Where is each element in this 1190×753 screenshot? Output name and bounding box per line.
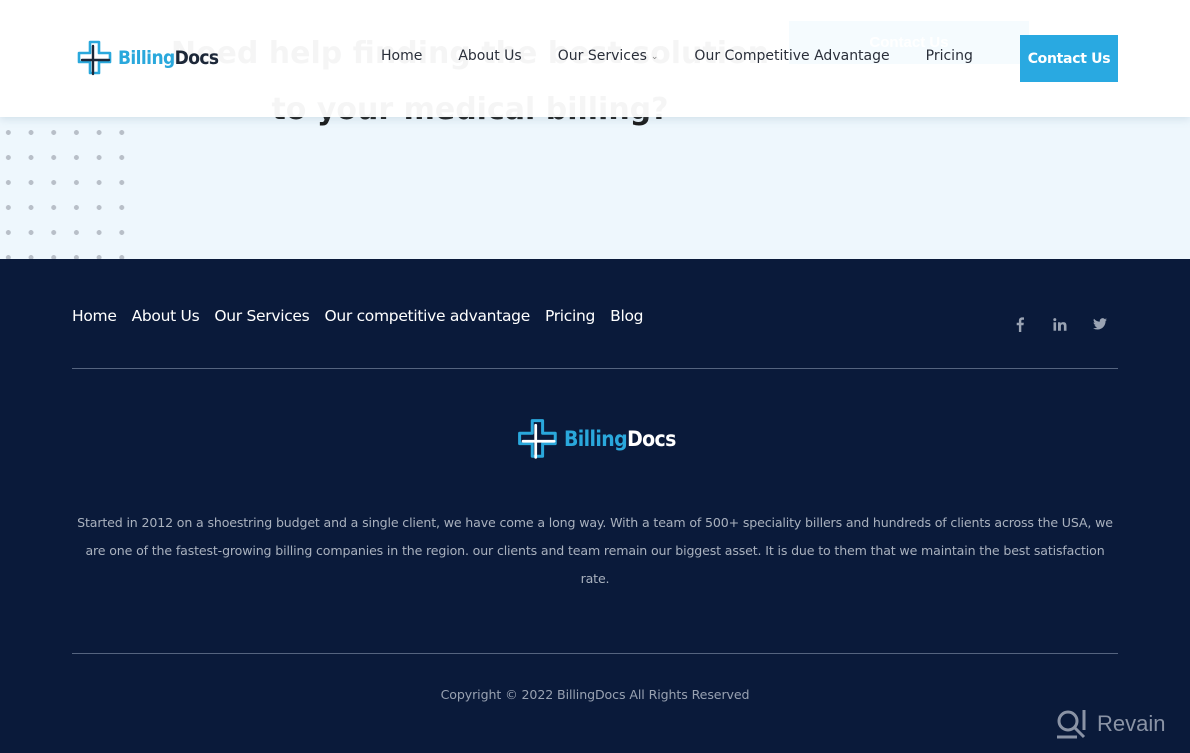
- logo-word-billing: Billing: [118, 47, 175, 69]
- footer-logo[interactable]: BillingDocs: [516, 416, 676, 462]
- nav-about-us[interactable]: About Us: [458, 48, 521, 64]
- footer-divider-bottom: [72, 653, 1118, 654]
- revain-label: Revain: [1097, 711, 1166, 736]
- footer-nav-pricing[interactable]: Pricing: [545, 307, 595, 325]
- site-header: BillingDocs Home About Us Our Services ⌄…: [0, 0, 1190, 117]
- footer-nav-about-us[interactable]: About Us: [132, 307, 200, 325]
- footer-nav-competitive-advantage[interactable]: Our competitive advantage: [324, 307, 530, 325]
- logo-wordmark: BillingDocs: [118, 47, 219, 69]
- footer-nav-our-services[interactable]: Our Services: [214, 307, 309, 325]
- header-logo[interactable]: BillingDocs: [76, 38, 219, 78]
- nav-our-services[interactable]: Our Services ⌄: [558, 48, 659, 64]
- footer-logo-wordmark: BillingDocs: [564, 427, 676, 451]
- nav-competitive-advantage[interactable]: Our Competitive Advantage: [694, 48, 889, 64]
- copyright-text: Copyright © 2022 BillingDocs All Rights …: [440, 687, 750, 702]
- twitter-icon[interactable]: [1092, 316, 1108, 332]
- main-nav: Home About Us Our Services ⌄ Our Competi…: [381, 48, 1009, 64]
- logo-word-docs: Docs: [627, 427, 676, 451]
- contact-us-button[interactable]: Contact Us: [1020, 35, 1118, 82]
- medical-cross-logo-icon: [518, 419, 557, 459]
- revain-watermark: Revain: [1055, 708, 1165, 740]
- logo-word-docs: Docs: [174, 47, 219, 69]
- revain-logo-icon: [1057, 710, 1086, 739]
- chevron-down-icon: ⌄: [650, 52, 659, 62]
- site-footer: Home About Us Our Services Our competiti…: [0, 259, 1190, 753]
- logo-word-billing: Billing: [564, 427, 628, 451]
- dot-pattern-decoration: [0, 120, 127, 259]
- footer-divider-top: [72, 368, 1118, 369]
- linkedin-icon[interactable]: [1052, 316, 1068, 332]
- footer-nav-blog[interactable]: Blog: [610, 307, 643, 325]
- facebook-icon[interactable]: [1012, 316, 1028, 332]
- medical-cross-logo-icon: [77, 40, 112, 76]
- social-links: [1012, 316, 1108, 332]
- nav-home[interactable]: Home: [381, 48, 422, 64]
- footer-nav-home[interactable]: Home: [72, 307, 117, 325]
- nav-pricing[interactable]: Pricing: [926, 48, 973, 64]
- footer-nav: Home About Us Our Services Our competiti…: [72, 307, 643, 325]
- nav-our-services-label: Our Services: [557, 48, 647, 64]
- company-description: Started in 2012 on a shoestring budget a…: [77, 515, 1113, 586]
